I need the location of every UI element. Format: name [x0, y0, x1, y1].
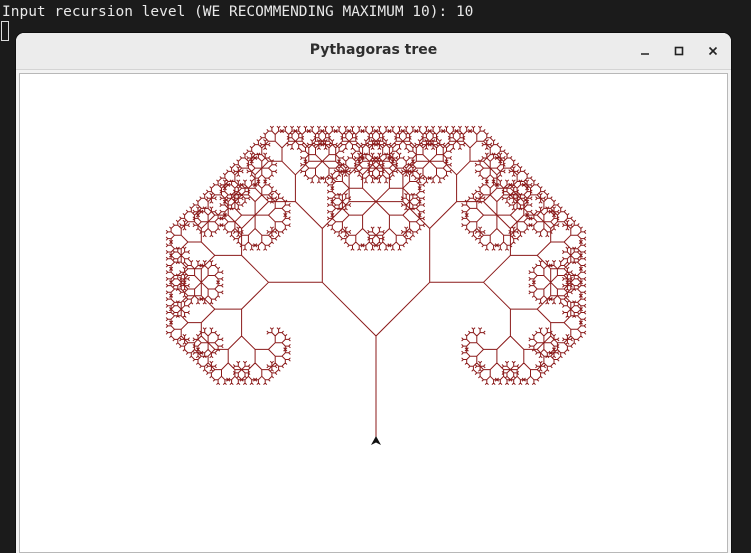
terminal-cursor: [1, 21, 9, 41]
pythagoras-tree-drawing: [165, 125, 587, 445]
drawing-canvas: [19, 73, 728, 553]
turtle-cursor-icon: [371, 436, 381, 445]
tree-branches: [165, 125, 587, 441]
terminal-prompt: Input recursion level (WE RECOMMENDING M…: [2, 4, 474, 20]
app-window: Pythagoras tree: [16, 33, 731, 553]
